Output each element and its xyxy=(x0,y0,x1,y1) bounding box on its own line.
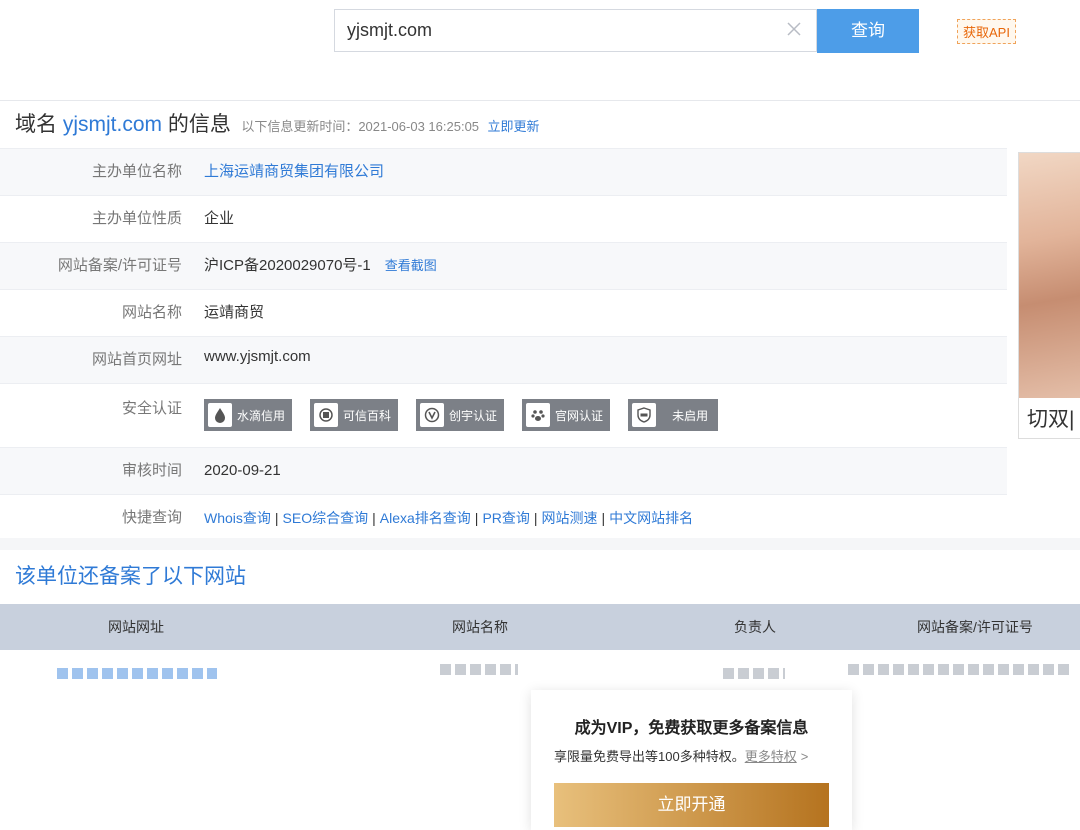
title-suffix: 的信息 xyxy=(162,113,231,136)
badge-label: 官网认证 xyxy=(555,408,604,423)
review-label: 审核时间 xyxy=(121,462,182,479)
blurred-icp xyxy=(848,664,1073,675)
ad-text: 切双| xyxy=(1027,408,1075,431)
ad-banner[interactable]: 切双| xyxy=(1018,152,1080,439)
badge-chuangyu[interactable]: 创宇认证 xyxy=(416,399,505,431)
more-privileges-link[interactable]: 更多特权 xyxy=(745,749,797,764)
speed-test-link[interactable]: 网站测速 xyxy=(542,510,598,526)
water-drop-icon xyxy=(208,403,232,427)
blurred-owner xyxy=(723,668,785,679)
seo-link[interactable]: SEO综合查询 xyxy=(283,510,369,526)
search-button[interactable]: 查询 xyxy=(817,9,919,53)
vip-desc: 享限量免费导出等100多种特权。更多特权 > xyxy=(554,746,808,765)
row-company: 主办单位名称 上海运靖商贸集团有限公司 xyxy=(0,148,1007,195)
homepage-label: 网站首页网址 xyxy=(91,351,182,368)
badge-label: 可信百科 xyxy=(343,408,392,423)
badge-label: 创宇认证 xyxy=(449,408,498,423)
col-icp: 网站备案/许可证号 xyxy=(917,619,1033,635)
sites-table-header: 网站网址 网站名称 负责人 网站备案/许可证号 xyxy=(0,604,1080,650)
vip-title: 成为VIP，免费获取更多备案信息 xyxy=(574,720,809,737)
info-table: 主办单位名称 上海运靖商贸集团有限公司 主办单位性质 企业 网站备案/许可证号 … xyxy=(0,148,1007,541)
col-owner: 负责人 xyxy=(734,619,776,635)
verified-v-icon xyxy=(420,403,445,427)
row-homepage: 网站首页网址 www.yjsmjt.com xyxy=(0,336,1007,383)
paw-icon xyxy=(526,403,551,427)
security-label: 安全认证 xyxy=(121,400,182,417)
col-name: 网站名称 xyxy=(452,619,508,635)
col-url: 网站网址 xyxy=(108,619,164,635)
nature-value: 企业 xyxy=(204,210,235,227)
title-prefix: 域名 xyxy=(15,113,63,136)
vip-popup: 成为VIP，免费获取更多备案信息 享限量免费导出等100多种特权。更多特权 > 立… xyxy=(531,690,852,830)
search-input[interactable] xyxy=(335,10,775,51)
sites-section-title: 该单位还备案了以下网站 xyxy=(15,565,246,588)
badge-shuidi[interactable]: 水滴信用 xyxy=(204,399,293,431)
cn-rank-link[interactable]: 中文网站排名 xyxy=(609,510,693,526)
quick-label: 快捷查询 xyxy=(121,509,182,526)
icp-label: 网站备案/许可证号 xyxy=(57,257,182,274)
row-review: 审核时间 2020-09-21 xyxy=(0,447,1007,494)
badge-official[interactable]: 官网认证 xyxy=(522,399,611,431)
page-title: 域名 yjsmjt.com 的信息 以下信息更新时间：2021-06-03 16… xyxy=(0,101,1080,148)
badge-kexin[interactable]: 可信百科 xyxy=(310,399,399,431)
search-box xyxy=(334,9,817,52)
security-badges: 水滴信用 可信百科 创宇认证 官网认证 未启用 xyxy=(204,399,736,431)
get-api-link[interactable]: 获取API xyxy=(957,19,1016,44)
badge-label: 未启用 xyxy=(672,408,709,423)
badge-label: 水滴信用 xyxy=(237,408,286,423)
row-security: 安全认证 水滴信用 可信百科 创宇认证 官网认证 未启用 xyxy=(0,383,1007,447)
row-nature: 主办单位性质 企业 xyxy=(0,195,1007,242)
quick-links: Whois查询 | SEO综合查询 | Alexa排名查询 | PR查询 | 网站测速 | 中文网站… xyxy=(204,510,694,526)
ssl-shield-icon xyxy=(632,403,657,427)
icp-value-wrap: 沪ICP备2020029070号-1 查看截图 xyxy=(204,243,437,289)
blurred-name xyxy=(440,664,518,675)
company-link[interactable]: 上海运靖商贸集团有限公司 xyxy=(204,149,384,195)
site-name-value: 运靖商贸 xyxy=(204,304,265,321)
view-screenshot-link[interactable]: 查看截图 xyxy=(385,258,437,273)
alexa-link[interactable]: Alexa排名查询 xyxy=(380,510,471,526)
chevron-right-icon: > xyxy=(800,749,809,764)
row-icp: 网站备案/许可证号 沪ICP备2020029070号-1 查看截图 xyxy=(0,242,1007,289)
activate-vip-button[interactable]: 立即开通 xyxy=(554,783,829,827)
whois-link[interactable]: Whois查询 xyxy=(204,510,271,526)
update-time: 以下信息更新时间：2021-06-03 16:25:05 xyxy=(241,119,480,134)
site-name-label: 网站名称 xyxy=(121,304,182,321)
vip-desc-text: 享限量免费导出等100多种特权。 xyxy=(554,749,745,764)
section-divider xyxy=(0,538,1080,550)
row-quick: 快捷查询 Whois查询 | SEO综合查询 | Alexa排名查询 | PR查询 | 网站测速… xyxy=(0,494,1007,541)
review-value: 2020-09-21 xyxy=(204,462,281,479)
company-label: 主办单位名称 xyxy=(91,163,182,180)
blurred-url xyxy=(57,668,217,679)
title-domain[interactable]: yjsmjt.com xyxy=(63,113,162,136)
update-now-link[interactable]: 立即更新 xyxy=(487,119,539,134)
icp-value: 沪ICP备2020029070号-1 xyxy=(204,257,371,274)
nature-label: 主办单位性质 xyxy=(91,210,182,227)
ad-image xyxy=(1019,153,1080,398)
close-icon[interactable] xyxy=(784,19,804,39)
badge-ssl[interactable]: 未启用 xyxy=(628,399,719,431)
homepage-value: www.yjsmjt.com xyxy=(204,348,311,365)
encyclopedia-icon xyxy=(314,403,339,427)
row-site-name: 网站名称 运靖商贸 xyxy=(0,289,1007,336)
pr-link[interactable]: PR查询 xyxy=(482,510,529,526)
